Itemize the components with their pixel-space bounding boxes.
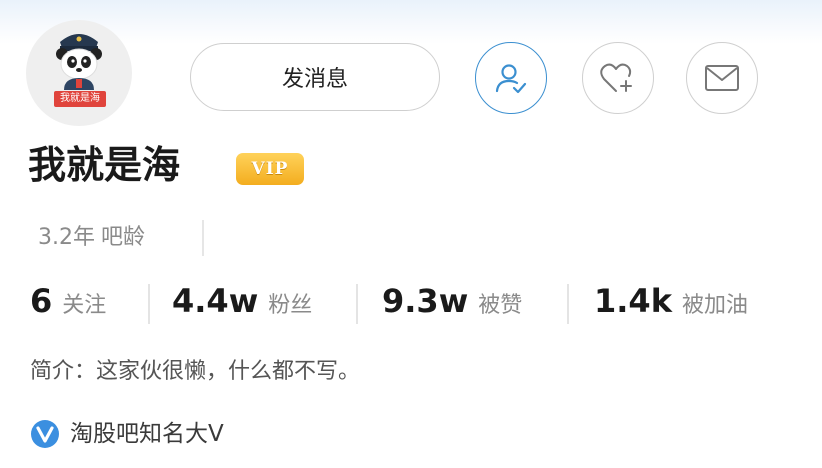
forum-age-label: 吧龄 bbox=[101, 225, 146, 250]
vip-badge[interactable]: VIP bbox=[236, 153, 304, 185]
divider bbox=[356, 284, 358, 324]
divider bbox=[567, 284, 569, 324]
divider bbox=[148, 284, 150, 324]
avatar-name-tag: 我就是海 bbox=[54, 91, 106, 107]
avatar[interactable]: 我就是海 bbox=[26, 20, 132, 126]
stat-label: 粉丝 bbox=[268, 293, 313, 318]
send-message-button[interactable]: 发消息 bbox=[190, 43, 440, 111]
divider bbox=[202, 220, 204, 256]
forum-age-value: 3.2年 bbox=[38, 225, 95, 250]
follow-button[interactable] bbox=[475, 42, 547, 114]
heart-plus-icon bbox=[600, 63, 632, 92]
verified-title: 淘股吧知名大V bbox=[70, 421, 224, 447]
stat-likes[interactable]: 9.3w 被赞 bbox=[382, 282, 522, 326]
stat-cheers[interactable]: 1.4k 被加油 bbox=[594, 282, 748, 326]
username: 我就是海 bbox=[28, 143, 181, 187]
user-follow-icon bbox=[495, 64, 527, 94]
envelope-icon bbox=[705, 65, 739, 91]
verified-badge-icon bbox=[31, 420, 59, 448]
like-button[interactable] bbox=[582, 42, 654, 114]
stat-value: 9.3w bbox=[382, 282, 469, 320]
forum-age: 3.2年 吧龄 bbox=[38, 220, 145, 256]
stat-label: 被赞 bbox=[478, 293, 523, 318]
stat-value: 1.4k bbox=[594, 282, 672, 320]
stat-following[interactable]: 6 关注 bbox=[30, 282, 106, 326]
mail-button[interactable] bbox=[686, 42, 758, 114]
stat-label: 被加油 bbox=[681, 293, 748, 318]
panda-avatar-icon bbox=[56, 34, 102, 90]
profile-intro: 简介：这家伙很懒，什么都不写。 bbox=[30, 359, 361, 384]
stat-followers[interactable]: 4.4w 粉丝 bbox=[172, 282, 312, 326]
stat-label: 关注 bbox=[62, 293, 107, 318]
stat-value: 4.4w bbox=[172, 282, 259, 320]
stat-value: 6 bbox=[30, 282, 53, 320]
